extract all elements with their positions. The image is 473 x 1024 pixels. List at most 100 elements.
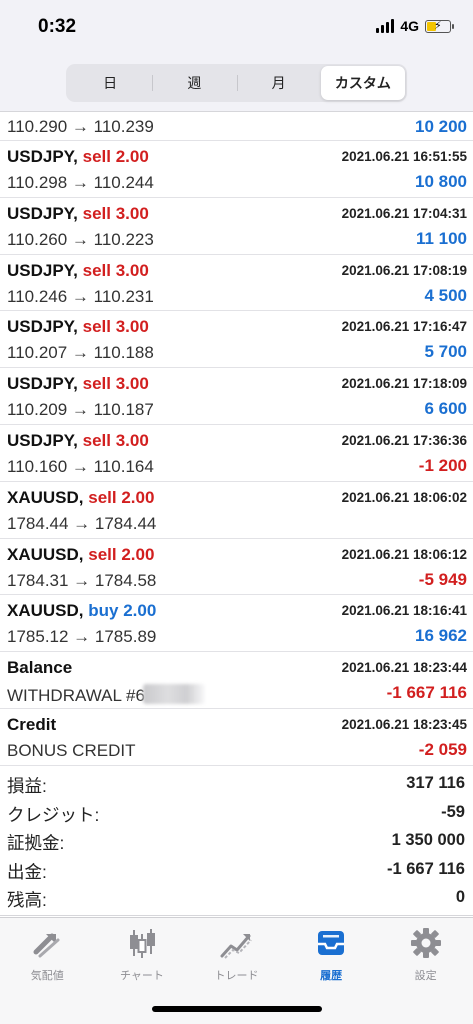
deal-symbol: Balance [7, 658, 72, 678]
deal-row[interactable]: USDJPY, sell 2.00 2021.06.21 16:51:55 110.… [0, 141, 473, 198]
quotes-arrows-icon [33, 933, 60, 958]
deal-row[interactable]: USDJPY, sell 3.00 2021.06.21 17:08:19 110.… [0, 255, 473, 312]
deal-row[interactable]: USDJPY, sell 3.00 2021.06.21 17:18:09 110.… [0, 368, 473, 425]
deal-row[interactable]: Balance 2021.06.21 18:23:44 WITHDRAWAL #6 -… [0, 652, 473, 709]
deal-symbol-name: USDJPY, [7, 203, 78, 223]
period-tab[interactable]: 日 [68, 66, 152, 100]
deal-profit: -1 200 [418, 455, 467, 475]
summary-value: -59 [441, 802, 465, 821]
deal-profit: 11 100 [415, 228, 467, 248]
deal-time: 2021.06.21 18:23:44 [341, 660, 467, 676]
summary-label: 出金: [7, 861, 47, 882]
deal-side-volume: sell 2.00 [82, 147, 149, 166]
home-indicator [152, 1006, 322, 1012]
deal-row[interactable]: XAUUSD, buy 2.00 2021.06.21 18:16:41 1785.… [0, 595, 473, 653]
period-filter-bar: 日週月カスタム [0, 56, 473, 112]
deal-symbol: USDJPY, sell 3.00 [7, 317, 149, 337]
summary-row: 出金: -1 667 116 [0, 854, 473, 883]
summary-row: 損益: 317 116 [0, 768, 473, 797]
summary-value: 317 116 [406, 774, 465, 792]
tab-candlestick-chart[interactable]: チャート [95, 918, 190, 988]
tab-label: 気配値 [30, 970, 64, 982]
deal-side-volume: sell 3.00 [82, 374, 149, 394]
deal-price-text: 110.246 → 110.231 [7, 286, 154, 306]
deal-time: 2021.06.21 16:51:55 [341, 149, 467, 164]
history-deal-list: 110.290 → 110.239 10 200 USDJPY, sell 2.00… [0, 112, 473, 766]
deal-symbol: USDJPY, sell 3.00 [7, 204, 149, 224]
deal-symbol: XAUUSD, sell 2.00 [7, 488, 154, 508]
deal-symbol: USDJPY, sell 2.00 [7, 147, 149, 167]
period-tab[interactable]: 月 [236, 66, 321, 100]
deal-side-volume: sell 3.00 [82, 260, 149, 280]
tab-quotes-arrows[interactable]: 気配値 [0, 918, 95, 988]
tab-label: トレード [214, 970, 259, 982]
summary-row: クレジット: -59 [0, 797, 473, 826]
deal-row[interactable]: USDJPY, sell 3.00 2021.06.21 17:16:47 110.… [0, 311, 473, 369]
deal-row[interactable]: XAUUSD, sell 2.00 2021.06.21 18:06:02 1784… [0, 482, 473, 539]
summary-label: 残高: [7, 890, 47, 911]
deal-price: 110.290 → 110.239 [7, 117, 154, 137]
deal-symbol-name: XAUUSD, [7, 487, 84, 507]
deal-symbol: XAUUSD, buy 2.00 [7, 601, 156, 621]
deal-side-volume: sell 3.00 [82, 203, 149, 223]
deal-time: 2021.06.21 17:36:36 [341, 432, 467, 448]
status-bar: 0:32 4G ⚡ [0, 0, 473, 56]
tab-trade-trend[interactable]: トレード [189, 918, 284, 988]
deal-row[interactable]: USDJPY, sell 3.00 2021.06.21 17:04:31 110.… [0, 198, 473, 255]
history-inbox-icon [318, 931, 345, 955]
deal-symbol-name: USDJPY, [7, 260, 78, 280]
deal-symbol-name: USDJPY, [7, 147, 78, 166]
candlestick-chart-icon [129, 929, 155, 958]
deal-price: 1784.31 → 1784.58 [7, 571, 156, 591]
deal-price: WITHDRAWAL #6 [7, 684, 205, 706]
deal-symbol-name: USDJPY, [7, 430, 78, 450]
deal-profit: 6 600 [424, 399, 467, 419]
battery-icon: ⚡ [425, 19, 454, 33]
network-type: 4G [400, 18, 419, 34]
settings-gear-icon [410, 928, 441, 958]
deal-price: 110.160 → 110.164 [7, 457, 154, 477]
period-tab[interactable]: カスタム [320, 66, 405, 100]
deal-profit: 5 700 [424, 342, 467, 362]
deal-row[interactable]: USDJPY, sell 3.00 2021.06.21 17:36:36 110.… [0, 425, 473, 482]
deal-profit: -5 949 [418, 569, 467, 589]
deal-price-text: 110.160 → 110.164 [7, 456, 154, 476]
deal-price: 110.207 → 110.188 [7, 343, 154, 363]
deal-time: 2021.06.21 17:16:47 [341, 319, 467, 335]
deal-time: 2021.06.21 18:06:12 [341, 546, 467, 562]
deal-symbol: USDJPY, sell 3.00 [7, 261, 149, 281]
deal-price-text: 110.260 → 110.223 [7, 229, 154, 249]
deal-row[interactable]: 110.290 → 110.239 10 200 [0, 112, 473, 141]
deal-row[interactable]: XAUUSD, sell 2.00 2021.06.21 18:06:12 1784… [0, 539, 473, 596]
summary-label: クレジット: [7, 804, 100, 825]
deal-symbol-name: Balance [7, 658, 73, 678]
deal-time: 2021.06.21 18:23:45 [341, 716, 467, 732]
deal-time: 2021.06.21 17:04:31 [341, 205, 467, 221]
deal-side-volume: sell 3.00 [82, 430, 149, 450]
deal-symbol-name: Credit [7, 714, 57, 734]
deal-symbol-name: USDJPY, [7, 317, 78, 337]
summary-label: 損益: [7, 776, 47, 796]
deal-price: 1784.44 → 1784.44 [7, 514, 156, 534]
deal-row[interactable]: Credit 2021.06.21 18:23:45 BONUS CREDIT -2 … [0, 709, 473, 766]
tab-label: 設定 [414, 970, 437, 982]
deal-side-volume: sell 2.00 [88, 487, 155, 507]
period-segmented-control: 日週月カスタム [66, 64, 407, 102]
status-time: 0:32 [38, 16, 77, 37]
redacted-blur [142, 684, 205, 705]
deal-profit: 10 200 [415, 117, 467, 136]
deal-profit: 16 962 [415, 626, 467, 646]
period-tab[interactable]: 週 [152, 66, 236, 100]
deal-price-text: 1784.31 → 1784.58 [7, 570, 157, 590]
deal-price-text: WITHDRAWAL #6 [7, 686, 145, 706]
tab-label: チャート [119, 970, 164, 982]
deal-price-text: 110.290 → 110.239 [7, 117, 154, 136]
tab-history-inbox[interactable]: 履歴 [284, 918, 379, 988]
deal-price: 110.298 → 110.244 [7, 173, 154, 193]
deal-price-text: 110.209 → 110.187 [7, 400, 154, 420]
signal-icon [376, 19, 395, 33]
deal-symbol: Credit [7, 715, 56, 735]
deal-symbol: XAUUSD, sell 2.00 [7, 545, 154, 565]
tab-settings-gear[interactable]: 設定 [378, 918, 473, 988]
deal-price: BONUS CREDIT [7, 741, 135, 761]
